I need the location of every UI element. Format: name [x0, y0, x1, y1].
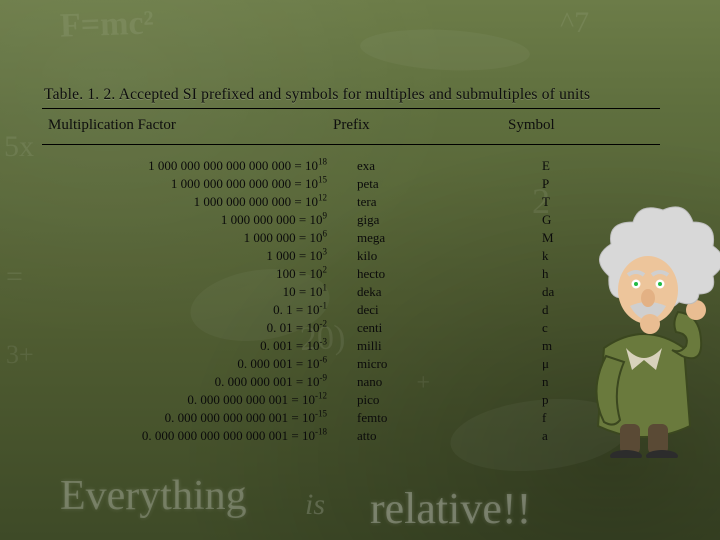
- prefix-cell: exa: [357, 157, 532, 175]
- prefix-cell: giga: [357, 211, 532, 229]
- header-factor: Multiplication Factor: [48, 117, 333, 134]
- factor-cell: 100 = 102: [42, 265, 327, 283]
- symbol-cell: T: [542, 193, 660, 211]
- factor-cell: 0. 01 = 10-2: [42, 319, 327, 337]
- symbol-cell: a: [542, 427, 660, 445]
- chalk-threeplus: 3+: [6, 340, 34, 370]
- factor-cell: 0. 000 000 001 = 10-9: [42, 373, 327, 391]
- symbol-cell: p: [542, 391, 660, 409]
- prefix-cell: peta: [357, 175, 532, 193]
- prefix-cell: tera: [357, 193, 532, 211]
- prefix-cell: pico: [357, 391, 532, 409]
- symbol-cell: G: [542, 211, 660, 229]
- prefix-cell: femto: [357, 409, 532, 427]
- prefix-cell: atto: [357, 427, 532, 445]
- symbol-cell: m: [542, 337, 660, 355]
- column-symbol: EPTGMkhdadcmμnpfa: [532, 157, 660, 445]
- factor-cell: 10 = 101: [42, 283, 327, 301]
- factor-cell: 1 000 000 000 000 000 = 1015: [42, 175, 327, 193]
- factor-cell: 1 000 000 000 000 000 000 = 1018: [42, 157, 327, 175]
- table-header-row: Multiplication Factor Prefix Symbol: [42, 109, 660, 145]
- prefix-cell: mega: [357, 229, 532, 247]
- factor-cell: 1 000 = 103: [42, 247, 327, 265]
- chalk-everything: Everything: [60, 472, 247, 520]
- factor-cell: 0. 000 000 000 000 001 = 10-15: [42, 409, 327, 427]
- factor-cell: 1 000 000 = 106: [42, 229, 327, 247]
- symbol-cell: P: [542, 175, 660, 193]
- factor-cell: 1 000 000 000 = 109: [42, 211, 327, 229]
- factor-cell: 0. 1 = 10-1: [42, 301, 327, 319]
- symbol-cell: μ: [542, 355, 660, 373]
- chalk-erase-mark: [359, 26, 531, 75]
- chalk-relative: relative!!: [370, 483, 531, 534]
- symbol-cell: c: [542, 319, 660, 337]
- table-title: Table. 1. 2. Accepted SI prefixed and sy…: [42, 86, 660, 109]
- prefix-cell: milli: [357, 337, 532, 355]
- prefix-cell: centi: [357, 319, 532, 337]
- symbol-cell: M: [542, 229, 660, 247]
- symbol-cell: da: [542, 283, 660, 301]
- factor-cell: 0. 000 000 000 000 000 001 = 10-18: [42, 427, 327, 445]
- factor-cell: 1 000 000 000 000 = 1012: [42, 193, 327, 211]
- prefix-cell: micro: [357, 355, 532, 373]
- prefix-cell: kilo: [357, 247, 532, 265]
- symbol-cell: n: [542, 373, 660, 391]
- si-prefix-table: Table. 1. 2. Accepted SI prefixed and sy…: [42, 86, 660, 445]
- chalk-is: is: [305, 488, 325, 522]
- chalk-fivex: 5x: [4, 130, 34, 164]
- symbol-cell: E: [542, 157, 660, 175]
- prefix-cell: deka: [357, 283, 532, 301]
- header-symbol: Symbol: [508, 117, 654, 134]
- symbol-cell: f: [542, 409, 660, 427]
- column-factor: 1 000 000 000 000 000 000 = 10181 000 00…: [42, 157, 327, 445]
- chalk-caret: ^7: [560, 6, 589, 40]
- chalk-formula: F=mc²: [59, 4, 154, 45]
- symbol-cell: d: [542, 301, 660, 319]
- prefix-cell: deci: [357, 301, 532, 319]
- header-prefix: Prefix: [333, 117, 508, 134]
- prefix-cell: nano: [357, 373, 532, 391]
- factor-cell: 0. 001 = 10-3: [42, 337, 327, 355]
- table-body: 1 000 000 000 000 000 000 = 10181 000 00…: [42, 145, 660, 445]
- chalk-equals: =: [6, 260, 23, 294]
- factor-cell: 0. 000 000 000 001 = 10-12: [42, 391, 327, 409]
- column-prefix: exapetateragigamegakilohectodekadecicent…: [327, 157, 532, 445]
- factor-cell: 0. 000 001 = 10-6: [42, 355, 327, 373]
- prefix-cell: hecto: [357, 265, 532, 283]
- symbol-cell: k: [542, 247, 660, 265]
- symbol-cell: h: [542, 265, 660, 283]
